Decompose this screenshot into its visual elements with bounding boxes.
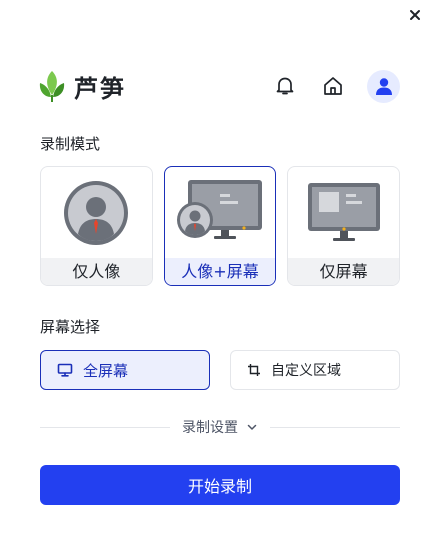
portrait-screen-icon <box>177 180 262 239</box>
mode-label: 仅人像 <box>41 258 152 285</box>
mode-screen-only[interactable]: 仅屏幕 <box>287 166 401 286</box>
record-settings-toggle[interactable]: 录制设置 <box>170 417 270 437</box>
header: 芦笋 <box>38 68 400 104</box>
header-actions <box>269 69 400 103</box>
bell-icon <box>276 77 294 95</box>
app-name: 芦笋 <box>74 74 126 103</box>
record-settings-label: 录制设置 <box>182 420 238 436</box>
record-mode-options: 仅人像 人像+屏幕 仅屏幕 <box>40 166 401 286</box>
divider <box>40 426 170 428</box>
mode-label: 人像+屏幕 <box>164 258 276 285</box>
divider <box>270 426 400 428</box>
crop-icon <box>248 364 260 376</box>
home-button[interactable] <box>317 70 349 102</box>
mode-portrait-screen[interactable]: 人像+屏幕 <box>163 166 277 286</box>
start-recording-button[interactable]: 开始录制 <box>40 465 400 505</box>
screen-option-fullscreen[interactable]: 全屏幕 <box>40 350 210 390</box>
mode-label: 仅屏幕 <box>288 258 400 285</box>
start-recording-label: 开始录制 <box>187 477 252 496</box>
monitor-icon <box>57 363 73 377</box>
leaf-logo-icon <box>39 71 65 102</box>
record-mode-title: 录制模式 <box>40 135 101 153</box>
screen-option-label: 全屏幕 <box>83 361 129 380</box>
brand: 芦笋 <box>38 69 126 104</box>
settings-row: 录制设置 <box>40 416 400 438</box>
user-avatar-icon <box>375 78 392 95</box>
close-button[interactable] <box>406 6 424 24</box>
screen-select-options: 全屏幕 自定义区域 <box>40 350 400 390</box>
screen-select-title: 屏幕选择 <box>40 318 101 336</box>
portrait-only-icon <box>64 181 129 245</box>
screen-option-label: 自定义区域 <box>271 363 341 379</box>
mode-portrait-only[interactable]: 仅人像 <box>40 166 153 286</box>
close-icon <box>410 10 420 20</box>
screen-only-icon <box>307 183 380 241</box>
user-avatar-button[interactable] <box>367 69 400 103</box>
home-icon <box>324 77 342 95</box>
chevron-down-icon <box>247 424 257 430</box>
screen-option-custom-area[interactable]: 自定义区域 <box>230 350 400 390</box>
notification-button[interactable] <box>269 70 301 102</box>
